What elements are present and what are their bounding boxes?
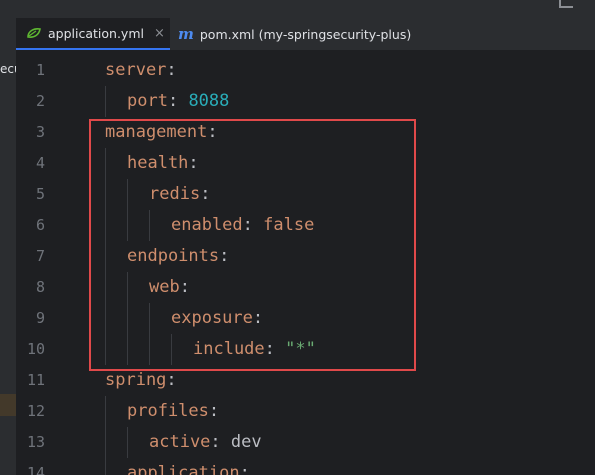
- yaml-separator: :: [210, 432, 231, 452]
- line-number: 9: [35, 309, 45, 327]
- line-number: 6: [35, 216, 45, 234]
- line-number: 7: [35, 247, 45, 265]
- tab-application-yml[interactable]: application.yml ×: [16, 18, 170, 50]
- close-icon[interactable]: ×: [154, 26, 165, 41]
- line-number: 3: [35, 123, 45, 141]
- yaml-separator: :: [239, 463, 250, 475]
- line-number: 4: [35, 154, 45, 172]
- tab-label: pom.xml (my-springsecurity-plus): [199, 26, 412, 42]
- indent-guide: [127, 427, 128, 458]
- code-editor[interactable]: 1 server: 2 port: 8088 3 management: 4 health: 5…: [16, 51, 595, 475]
- code-line[interactable]: 1 server:: [16, 55, 595, 86]
- line-number: 14: [26, 464, 45, 475]
- editor-tab-bar: application.yml × m pom.xml (my-springse…: [16, 18, 595, 51]
- project-tree-selected-row[interactable]: [0, 394, 16, 416]
- yaml-key: application: [127, 463, 240, 475]
- yaml-separator: :: [167, 91, 189, 111]
- yaml-leaf-icon: [27, 28, 41, 38]
- title-strip: [0, 0, 595, 18]
- yaml-separator: :: [208, 401, 220, 421]
- code-text: port: 8088: [127, 86, 229, 117]
- highlight-annotation-box: [89, 119, 416, 371]
- project-tree-item-label[interactable]: ecu: [0, 62, 16, 76]
- line-number: 1: [35, 61, 45, 79]
- line-number: 5: [35, 185, 45, 203]
- yaml-separator: :: [166, 60, 177, 80]
- maven-m-icon: m: [178, 25, 194, 43]
- yaml-key: profiles: [127, 401, 209, 421]
- tab-label: application.yml: [48, 25, 144, 41]
- tab-pom-xml[interactable]: m pom.xml (my-springsecurity-plus): [178, 18, 411, 50]
- yaml-value: 8088: [188, 91, 230, 111]
- line-number: 2: [35, 92, 45, 110]
- code-line[interactable]: 13 active: dev: [16, 427, 595, 458]
- yaml-key: port: [127, 91, 168, 111]
- code-line[interactable]: 2 port: 8088: [16, 86, 595, 117]
- indent-guide: [105, 86, 106, 117]
- line-number: 10: [26, 340, 45, 358]
- yaml-key: spring: [105, 370, 167, 390]
- line-number: 11: [26, 371, 45, 389]
- code-line[interactable]: 14 application:: [16, 458, 595, 475]
- line-number: 8: [35, 278, 45, 296]
- yaml-key: server: [105, 60, 167, 80]
- code-text: active: dev: [149, 427, 262, 458]
- yaml-separator: :: [166, 370, 177, 390]
- panel-toggle-icon[interactable]: [559, 0, 573, 8]
- yaml-key: active: [149, 432, 211, 452]
- indent-guide: [105, 458, 106, 475]
- code-text: profiles:: [127, 396, 219, 427]
- project-panel: ecu: [0, 18, 16, 475]
- code-text: server:: [105, 55, 177, 86]
- code-text: application:: [127, 458, 250, 475]
- line-number: 12: [26, 402, 45, 420]
- line-number: 13: [26, 433, 45, 451]
- ide-window: ecu application.yml × m pom.xml (my-spri…: [0, 0, 595, 475]
- indent-guide: [105, 427, 106, 458]
- code-line[interactable]: 12 profiles:: [16, 396, 595, 427]
- indent-guide: [105, 396, 106, 427]
- yaml-value: dev: [230, 432, 262, 452]
